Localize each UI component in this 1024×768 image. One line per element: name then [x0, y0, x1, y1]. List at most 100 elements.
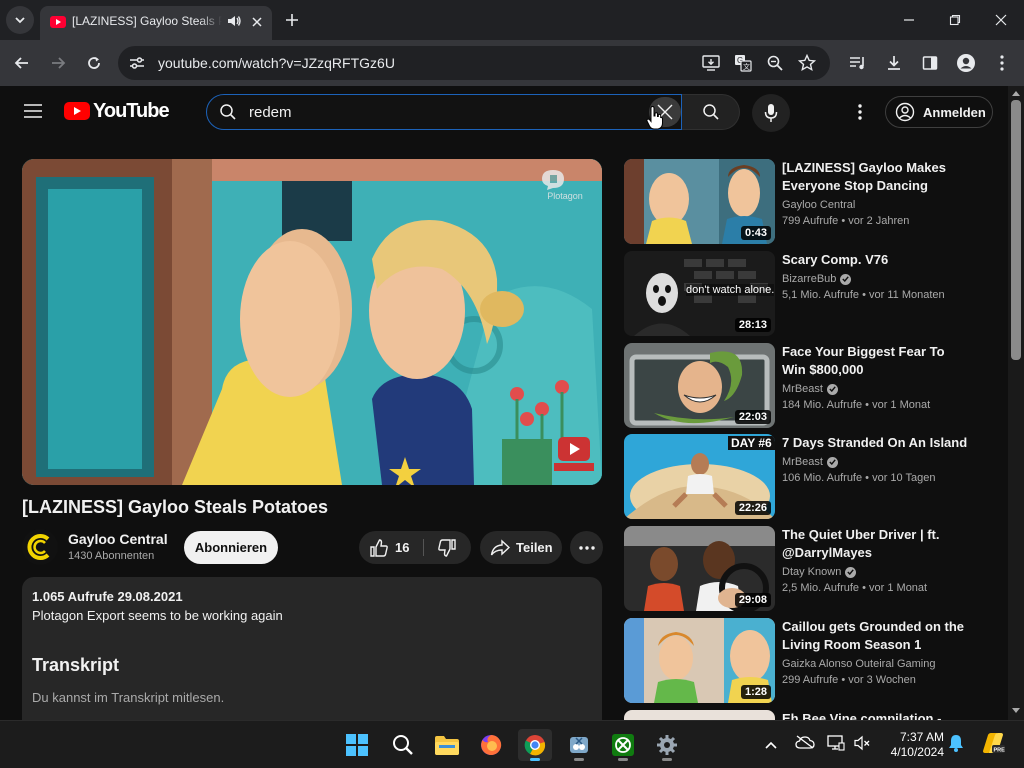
- firefox-icon[interactable]: [474, 729, 508, 761]
- recommendation-title[interactable]: [LAZINESS] Gayloo Makes Everyone Stop Da…: [782, 159, 968, 195]
- recommendation-title[interactable]: Caillou gets Grounded on the Living Room…: [782, 618, 968, 654]
- restore-icon[interactable]: [940, 8, 970, 32]
- channel-avatar[interactable]: [22, 529, 58, 565]
- dislike-button[interactable]: [425, 531, 469, 564]
- show-hidden-icons-chevron-icon[interactable]: [764, 737, 778, 755]
- youtube-logo[interactable]: YouTube: [64, 100, 170, 122]
- recommendation-thumbnail[interactable]: 0:43: [624, 159, 775, 244]
- install-app-icon[interactable]: [700, 53, 722, 73]
- recommendation-item[interactable]: don't watch alone. 28:13 Scary Comp. V76…: [624, 251, 1008, 337]
- window-close-icon[interactable]: [986, 8, 1016, 32]
- copilot-preview-icon[interactable]: PRE: [980, 731, 1006, 760]
- recommendation-channel[interactable]: MrBeast: [782, 383, 838, 395]
- recommendation-item[interactable]: 22:03 Face Your Biggest Fear To Win $800…: [624, 343, 1008, 429]
- taskbar-search-icon[interactable]: [386, 729, 420, 761]
- page-scrollbar[interactable]: [1008, 86, 1024, 720]
- side-panel-icon[interactable]: [917, 50, 943, 76]
- settings-gear-icon[interactable]: [650, 729, 684, 761]
- search-button[interactable]: [682, 94, 740, 130]
- recommendation-channel[interactable]: Gaizka Alonso Outeiral Gaming: [782, 658, 935, 670]
- file-explorer-icon[interactable]: [430, 729, 464, 761]
- like-divider: [423, 539, 424, 556]
- recommendation-title[interactable]: Scary Comp. V76: [782, 251, 968, 269]
- recommendation-channel[interactable]: BizarreBub: [782, 273, 852, 285]
- onedrive-cloud-off-icon[interactable]: [795, 735, 815, 754]
- more-options-icon[interactable]: [846, 98, 874, 126]
- speaker-icon[interactable]: [226, 13, 242, 34]
- recommendation-meta: 184 Mio. Aufrufe • vor 1 Monat: [782, 399, 931, 411]
- video-player[interactable]: Plotagon: [22, 159, 602, 485]
- bookmark-star-icon[interactable]: [796, 53, 818, 73]
- recommendation-channel[interactable]: Gayloo Central: [782, 199, 855, 211]
- youtube-header: YouTube Anmelden: [0, 86, 1008, 138]
- translate-icon[interactable]: G文: [732, 53, 754, 73]
- recommendation-thumbnail[interactable]: [624, 710, 775, 720]
- search-icon: [219, 103, 237, 126]
- xbox-icon[interactable]: [606, 729, 640, 761]
- recommendation-channel[interactable]: MrBeast: [782, 456, 838, 468]
- channel-name: Gayloo Central: [782, 199, 856, 211]
- scroll-up-arrow-icon[interactable]: [1011, 88, 1021, 98]
- scroll-down-arrow-icon[interactable]: [1011, 706, 1021, 716]
- windows-start-icon[interactable]: [340, 729, 374, 761]
- chevron-down-icon: [15, 17, 25, 24]
- recommendation-item[interactable]: 29:08 The Quiet Uber Driver | ft. @Darry…: [624, 526, 1008, 612]
- chrome-icon[interactable]: [518, 729, 552, 761]
- address-bar[interactable]: youtube.com/watch?v=JZzqRFTGz6U G文: [118, 46, 830, 80]
- taskbar-clock[interactable]: 7:37 AM 4/10/2024: [884, 730, 944, 760]
- recommendation-channel[interactable]: Dtay Known: [782, 566, 857, 578]
- subscribe-button[interactable]: Abonnieren: [184, 531, 278, 564]
- media-controls-icon[interactable]: [845, 50, 871, 76]
- transcript-heading: Transkript: [32, 655, 120, 675]
- hamburger-menu-icon[interactable]: [16, 96, 50, 126]
- downloads-icon[interactable]: [881, 50, 907, 76]
- like-button[interactable]: 16: [359, 531, 423, 564]
- recommendation-title[interactable]: Eh Bee Vine compilation - Funny: [782, 710, 968, 720]
- minimize-icon[interactable]: [894, 8, 924, 32]
- windows-taskbar: 7:37 AM 4/10/2024 PRE: [0, 720, 1024, 768]
- notification-bell-icon[interactable]: [948, 734, 964, 757]
- zoom-icon[interactable]: [764, 53, 786, 73]
- view-count: 2,5 Mio. Aufrufe: [782, 582, 860, 594]
- network-monitor-icon[interactable]: [827, 734, 845, 757]
- volume-muted-icon[interactable]: [853, 734, 871, 757]
- recommendation-meta: 799 Aufrufe • vor 2 Jahren: [782, 215, 910, 227]
- reload-icon[interactable]: [81, 50, 107, 76]
- recommendation-title[interactable]: 7 Days Stranded On An Island: [782, 434, 968, 452]
- recommendation-thumbnail[interactable]: 1:28: [624, 618, 775, 703]
- view-count: 5,1 Mio. Aufrufe: [782, 289, 860, 301]
- recommendation-thumbnail[interactable]: don't watch alone. 28:13: [624, 251, 775, 336]
- share-button[interactable]: Teilen: [480, 531, 562, 564]
- recommendation-item[interactable]: DAY #6 22:26 7 Days Stranded On An Islan…: [624, 434, 1008, 520]
- browser-menu-icon[interactable]: [989, 50, 1015, 76]
- recommendation-item[interactable]: 0:43 [LAZINESS] Gayloo Makes Everyone St…: [624, 159, 1008, 245]
- new-tab-plus-icon[interactable]: [282, 10, 302, 30]
- profile-icon[interactable]: [953, 50, 979, 76]
- recommendation-title[interactable]: Face Your Biggest Fear To Win $800,000: [782, 343, 968, 379]
- voice-search-mic-icon[interactable]: [752, 94, 790, 132]
- video-more-actions-icon[interactable]: [570, 531, 603, 564]
- scrollbar-thumb[interactable]: [1011, 100, 1021, 360]
- channel-subscriber-count: 1430 Abonnenten: [68, 550, 155, 562]
- back-arrow-icon[interactable]: [9, 50, 35, 76]
- sign-in-button[interactable]: Anmelden: [885, 96, 993, 128]
- recommendation-thumbnail[interactable]: 22:03: [624, 343, 775, 428]
- snipping-tool-icon[interactable]: [562, 729, 596, 761]
- recommendation-thumbnail[interactable]: 29:08: [624, 526, 775, 611]
- recommendation-title[interactable]: The Quiet Uber Driver | ft. @DarrylMayes: [782, 526, 968, 562]
- recommendation-item[interactable]: 1:28 Caillou gets Grounded on the Living…: [624, 618, 1008, 704]
- channel-name: Dtay Known: [782, 566, 842, 578]
- site-settings-icon[interactable]: [126, 53, 148, 73]
- video-description-box[interactable]: 1.065 Aufrufe 29.08.2021 Plotagon Export…: [22, 577, 602, 720]
- recommendation-thumbnail[interactable]: DAY #6 22:26: [624, 434, 775, 519]
- search-box[interactable]: [206, 94, 682, 130]
- channel-name[interactable]: Gayloo Central: [68, 531, 168, 547]
- search-input[interactable]: [249, 99, 639, 125]
- transcript-subtitle: Du kannst im Transkript mitlesen.: [32, 690, 225, 705]
- tab-search-button[interactable]: [6, 6, 34, 34]
- browser-tab-active[interactable]: [LAZINESS] Gayloo Steals Potatoes: [40, 6, 272, 40]
- forward-arrow-icon[interactable]: [45, 50, 71, 76]
- running-app-indicator: [618, 758, 628, 761]
- recommendation-item[interactable]: Eh Bee Vine compilation - Funny: [624, 710, 1008, 720]
- tab-close-icon[interactable]: [248, 13, 266, 31]
